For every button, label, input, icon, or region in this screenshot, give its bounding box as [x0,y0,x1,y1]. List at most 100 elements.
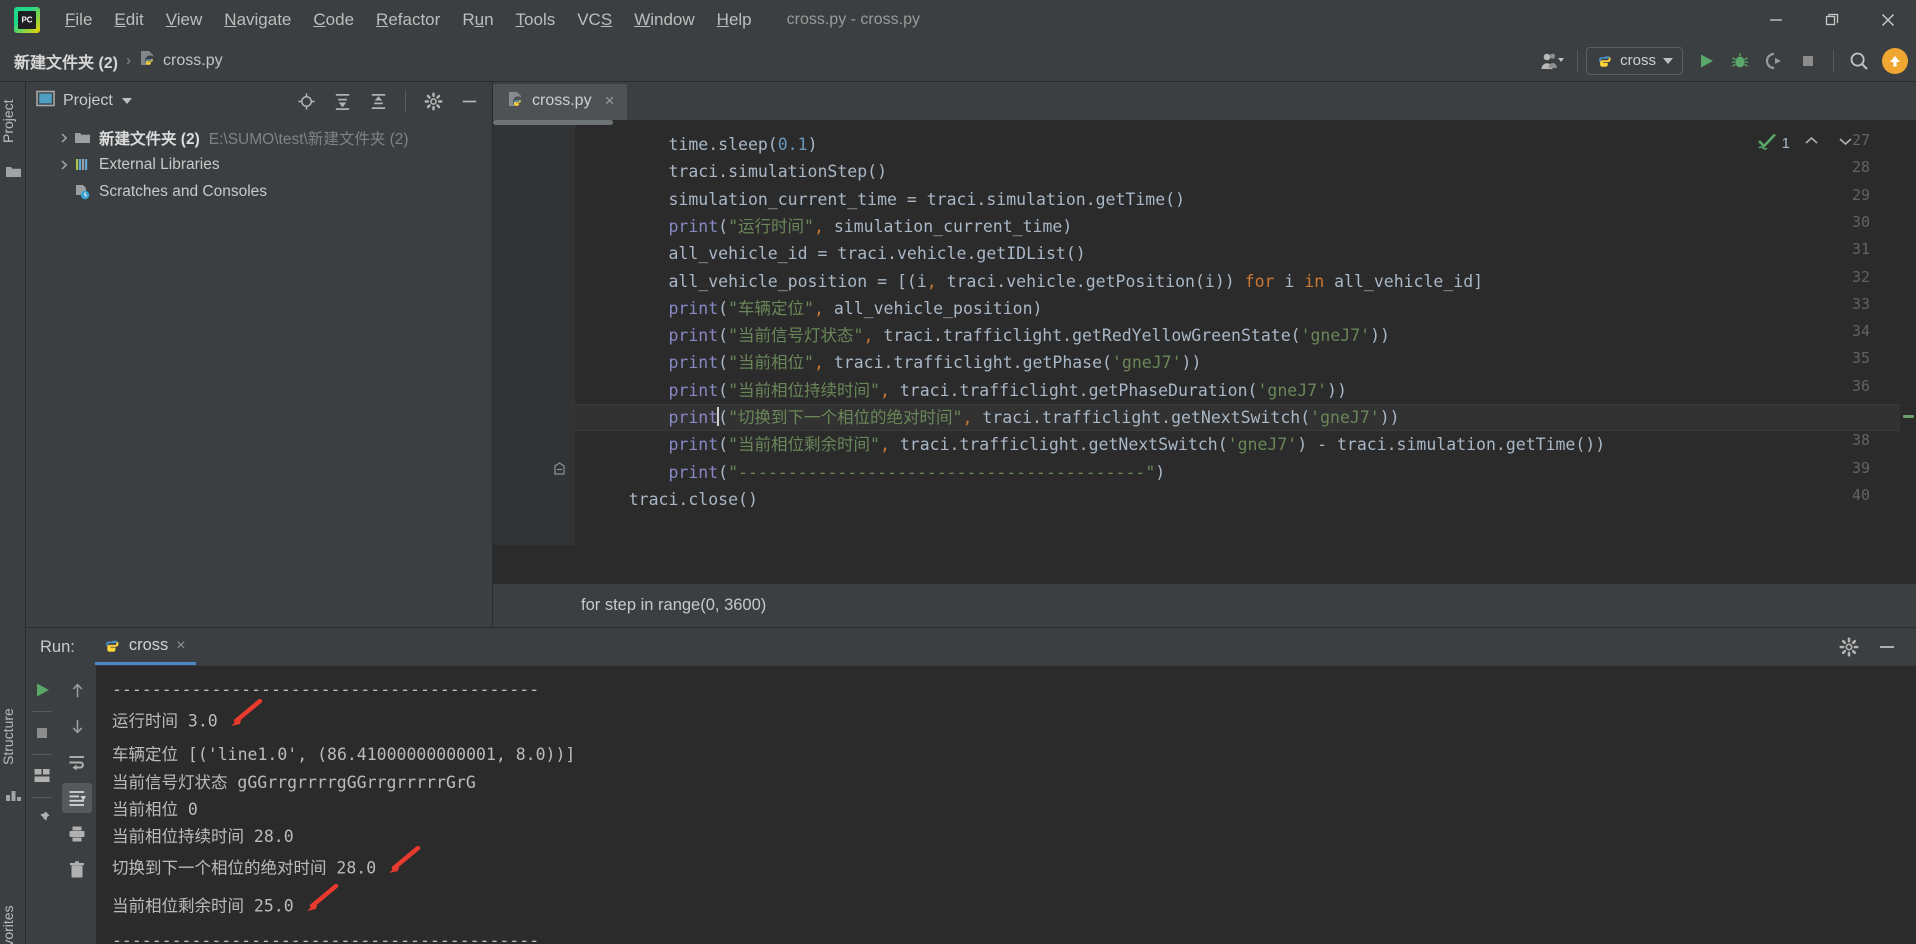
breadcrumb-file[interactable]: cross.py [133,40,229,82]
code-token: , [879,380,890,400]
maximize-icon[interactable] [1804,0,1860,40]
collapse-all-icon[interactable] [361,84,395,118]
tree-item-1[interactable]: External Libraries [26,151,492,178]
strip-button-favorites[interactable]: Favorites [0,888,26,944]
scroll-to-end-icon[interactable] [62,783,92,813]
editor-marker-bar[interactable] [1900,125,1916,545]
close-tab-icon[interactable]: × [605,91,615,111]
previous-highlight-icon[interactable] [1803,134,1820,152]
python-file-icon [507,90,525,113]
next-highlight-icon[interactable] [1837,134,1854,152]
hide-icon[interactable] [1870,630,1904,664]
code-line[interactable]: traci.close() [589,486,758,513]
inspection-status-badge[interactable]: 1 [1757,132,1854,154]
code-line[interactable]: print("当前相位剩余时间", traci.trafficlight.get… [589,431,1605,458]
pin-icon[interactable] [27,804,57,834]
close-run-tab-icon[interactable]: × [176,637,185,655]
chevron-right-icon[interactable] [56,130,72,146]
menu-item-help[interactable]: Help [706,0,763,40]
run-with-coverage-button[interactable] [1757,44,1791,78]
code-line[interactable]: print("---------------------------------… [589,459,1165,486]
user-avatar-icon[interactable] [1535,44,1569,78]
code-token: )) [1370,326,1390,346]
code-line[interactable]: print("当前信号灯状态", traci.trafficlight.getR… [589,322,1390,349]
run-configuration-selector[interactable]: cross [1586,46,1683,75]
code-token: print [668,353,719,373]
rerun-icon[interactable] [27,675,57,705]
menu-item-tools[interactable]: Tools [505,0,567,40]
pycharm-window: FileEditViewNavigateCodeRefactorRunTools… [0,0,1916,944]
menu-item-refactor[interactable]: Refactor [365,0,451,40]
tree-item-0[interactable]: 新建文件夹 (2) E:\SUMO\test\新建文件夹 (2) [26,124,492,151]
project-panel-title: Project [63,92,113,109]
expand-all-icon[interactable] [325,84,359,118]
chevron-right-icon[interactable] [56,157,72,173]
run-tab-label: cross [128,636,169,654]
code-line[interactable]: print("运行时间", simulation_current_time) [589,213,1072,240]
code-line[interactable]: all_vehicle_id = traci.vehicle.getIDList… [589,240,1085,267]
code-token: simulation_current_time) [823,216,1073,236]
code-content[interactable]: time.sleep(0.1) traci.simulationStep() s… [575,125,1916,545]
menu-item-window[interactable]: Window [623,0,705,40]
soft-wrap-icon[interactable] [62,747,92,777]
folder-icon[interactable] [5,164,22,181]
run-tab-cross[interactable]: cross × [94,629,196,665]
close-icon[interactable] [1860,0,1916,40]
print-icon[interactable] [62,819,92,849]
code-line[interactable]: simulation_current_time = traci.simulati… [589,186,1185,213]
code-token: , [962,408,973,427]
menu-item-file[interactable]: File [54,0,103,40]
debug-button[interactable] [1723,44,1757,78]
chevron-down-icon[interactable] [121,98,132,104]
code-token: , [813,353,824,373]
hide-icon[interactable] [452,84,486,118]
menu-item-code[interactable]: Code [302,0,365,40]
strip-button-structure[interactable]: Structure [0,692,26,782]
breadcrumb-project[interactable]: 新建文件夹 (2) [8,40,124,82]
code-token: i [1274,271,1305,291]
locate-icon[interactable] [289,84,323,118]
menu-item-edit[interactable]: Edit [103,0,154,40]
breadcrumb-scope[interactable]: for step in range(0, 3600) [581,596,766,615]
code-line[interactable]: traci.simulationStep() [589,158,887,185]
code-line[interactable]: print("当前相位", traci.trafficlight.getPhas… [589,349,1201,376]
run-button[interactable] [1689,44,1723,78]
gear-icon[interactable] [416,84,450,118]
code-line[interactable]: print("当前相位持续时间", traci.trafficlight.get… [589,377,1346,404]
code-line[interactable]: all_vehicle_position = [(i, traci.vehicl… [589,268,1483,295]
menu-item-view[interactable]: View [155,0,214,40]
console-line-text: 当前信号灯状态 gGGrrgrrrrgGGrrgrrrrrGrG [112,772,476,792]
code-fold-marker[interactable] [553,461,566,475]
strip-button-project[interactable]: Project [0,86,26,156]
stop-button[interactable] [1791,44,1825,78]
folder-icon [74,130,92,146]
clear-all-icon[interactable] [62,855,92,885]
code-token: ) [1155,462,1166,482]
editor-tab-cross-py[interactable]: cross.py × [493,84,627,120]
toolbar-divider [1577,49,1579,72]
updates-available-icon[interactable] [1882,47,1908,74]
down-arrow-icon[interactable] [62,711,92,741]
stop-icon[interactable] [27,718,57,748]
toolbar-divider-2 [1833,49,1834,72]
navbar-actions: cross [1535,40,1916,82]
code-editor[interactable]: 2728293031323334353637383940 time.sleep(… [493,120,1916,545]
menu-item-navigate[interactable]: Navigate [213,0,302,40]
editor-gutter[interactable] [493,125,575,545]
code-line[interactable]: time.sleep(0.1) [589,131,817,158]
code-line[interactable]: print("车辆定位", all_vehicle_position) [589,295,1042,322]
tree-item-2[interactable]: Scratches and Consoles [26,178,492,205]
run-console-output[interactable]: ----------------------------------------… [96,666,1916,944]
minimize-icon[interactable] [1748,0,1804,40]
code-token: all_vehicle_position) [823,298,1043,318]
gear-icon[interactable] [1832,630,1866,664]
layout-settings-icon[interactable] [27,761,57,791]
up-arrow-icon[interactable] [62,675,92,705]
code-line[interactable]: print("切换到下一个相位的绝对时间", traci.trafficligh… [589,404,1400,431]
code-token: traci.close() [589,489,758,509]
code-token: 0.1 [777,135,808,154]
menu-item-run[interactable]: Run [451,0,504,40]
search-everywhere-icon[interactable] [1842,44,1876,78]
menu-item-vcs[interactable]: VCS [566,0,623,40]
structure-icon[interactable] [5,788,22,805]
